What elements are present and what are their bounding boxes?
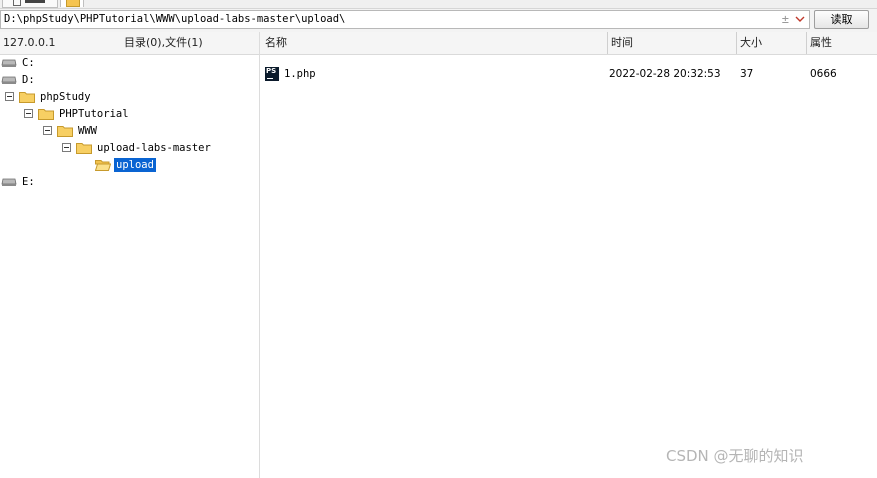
- file-time: 2022-02-28 20:32:53: [609, 68, 721, 80]
- collapse-toggle-icon[interactable]: [24, 109, 33, 118]
- tree-item-drive-e[interactable]: E:: [1, 173, 37, 190]
- tree-item-label: C:: [22, 56, 35, 69]
- open-folder-icon: [94, 158, 112, 171]
- address-row: D:\phpStudy\PHPTutorial\WWW\upload-labs-…: [0, 9, 877, 32]
- tree-item-drive-c[interactable]: C:: [1, 54, 37, 71]
- phpstorm-file-icon: PS: [265, 67, 279, 81]
- header-row: 127.0.0.1 目录(0),文件(1) 名称 时间 大小 属性: [0, 32, 877, 55]
- tree-item-label-selected: upload: [114, 157, 156, 172]
- tree-item-label: WWW: [78, 124, 97, 137]
- pane-splitter[interactable]: [259, 32, 260, 478]
- column-header-name[interactable]: 名称: [262, 32, 606, 54]
- host-label: 127.0.0.1: [3, 36, 56, 49]
- tree-item-label: D:: [22, 73, 35, 86]
- chevron-down-icon[interactable]: [795, 16, 805, 23]
- tree-item-label: upload-labs-master: [97, 141, 211, 154]
- tree-item-drive-d[interactable]: D:: [1, 71, 37, 88]
- file-attributes: 0666: [810, 68, 837, 80]
- drive-icon: [1, 58, 17, 68]
- tree-item-phpstudy[interactable]: phpStudy: [5, 88, 93, 105]
- tree-item-www[interactable]: WWW: [43, 122, 99, 139]
- tree-item-label: PHPTutorial: [59, 107, 129, 120]
- read-button[interactable]: 读取: [814, 10, 869, 29]
- path-text: D:\phpStudy\PHPTutorial\WWW\upload-labs-…: [4, 13, 346, 25]
- tab-previous[interactable]: [2, 0, 58, 8]
- tree-item-upload[interactable]: upload: [94, 156, 156, 173]
- directory-tree: C: D: phpStudy PHPTutorial WWW upload-la…: [0, 54, 259, 478]
- folder-icon: [66, 0, 80, 7]
- tree-item-phptutorial[interactable]: PHPTutorial: [24, 105, 131, 122]
- tree-item-upload-labs-master[interactable]: upload-labs-master: [62, 139, 213, 156]
- watermark-text: CSDN @无聊的知识: [666, 447, 804, 465]
- path-input[interactable]: D:\phpStudy\PHPTutorial\WWW\upload-labs-…: [0, 10, 810, 29]
- tab-strip: [0, 0, 877, 9]
- folder-icon: [57, 124, 73, 137]
- plus-minus-icon[interactable]: ±: [782, 11, 789, 28]
- folder-icon: [38, 107, 54, 120]
- collapse-toggle-icon[interactable]: [62, 143, 71, 152]
- column-header-attributes[interactable]: 属性: [806, 32, 877, 54]
- file-size: 37: [740, 68, 754, 80]
- drive-icon: [1, 75, 17, 85]
- folder-icon: [76, 141, 92, 154]
- folder-icon: [19, 90, 35, 103]
- column-header-time[interactable]: 时间: [607, 32, 735, 54]
- tree-item-label: E:: [22, 175, 35, 188]
- drive-icon: [1, 177, 17, 187]
- dir-file-count: 目录(0),文件(1): [124, 36, 203, 49]
- file-name: 1.php: [284, 68, 316, 80]
- collapse-toggle-icon[interactable]: [5, 92, 14, 101]
- file-row[interactable]: PS 1.php 2022-02-28 20:32:53 37 0666: [260, 64, 877, 84]
- collapse-toggle-icon[interactable]: [43, 126, 52, 135]
- column-header-size[interactable]: 大小: [736, 32, 805, 54]
- icon-text: PS: [266, 67, 277, 75]
- tab-current[interactable]: [60, 0, 84, 7]
- tree-item-label: phpStudy: [40, 90, 91, 103]
